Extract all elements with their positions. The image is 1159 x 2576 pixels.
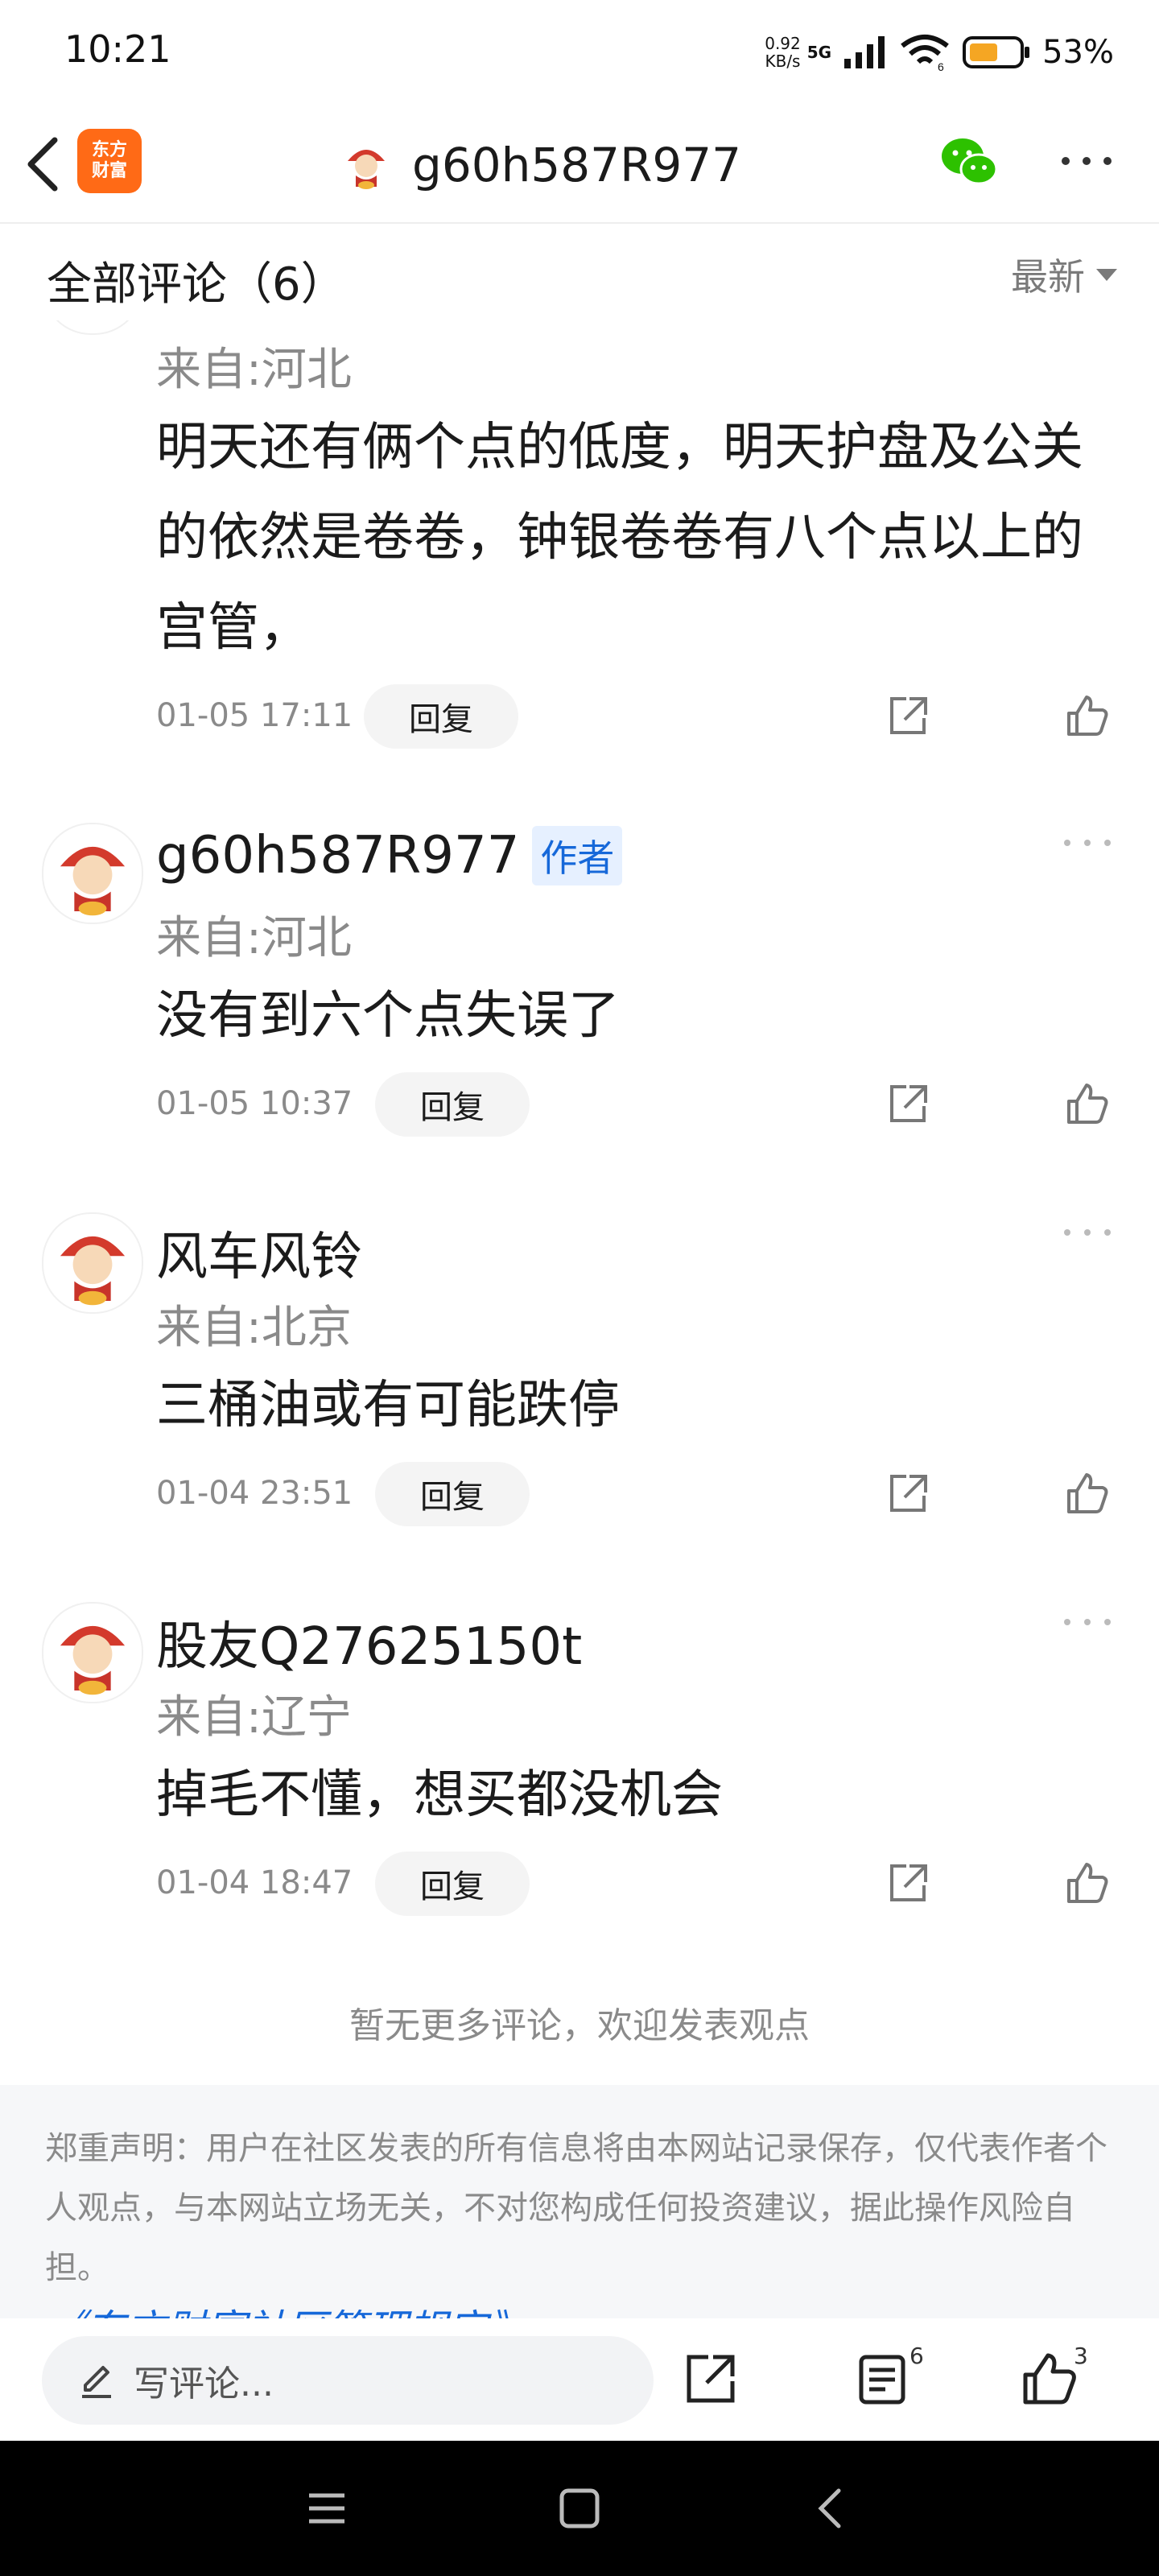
comment-list-icon[interactable] [855, 2351, 911, 2407]
comment-location: 来自:河北 [156, 912, 352, 964]
more-icon[interactable] [1054, 137, 1119, 185]
comments-title: 全部评论（6） [47, 258, 346, 311]
comment-item: 来自:河北 明天还有俩个点的低度，明天护盘及公关的依然是卷卷，钟银卷卷有八个点以… [0, 233, 1159, 773]
avatar-image [60, 846, 126, 916]
reply-button[interactable]: 回复 [375, 1072, 530, 1137]
comment-more-icon[interactable] [1059, 831, 1116, 855]
share-icon[interactable] [885, 1082, 930, 1127]
write-comment-placeholder: 写评论... [134, 2363, 274, 2405]
wechat-icon[interactable] [938, 134, 1000, 190]
app-logo[interactable]: 东方 财富 [77, 129, 142, 193]
status-time: 10:21 [64, 27, 171, 71]
avatar[interactable] [42, 823, 143, 924]
like-icon[interactable] [1064, 1861, 1109, 1906]
menu-icon[interactable] [303, 2484, 351, 2533]
comment-text: 掉毛不懂，想买都没机会 [156, 1765, 723, 1825]
share-icon[interactable] [885, 694, 930, 739]
comment-more-icon[interactable] [1059, 1220, 1116, 1245]
comment-username[interactable]: 风车风铃 [156, 1216, 362, 1290]
comments-header: 全部评论（6） 最新 [0, 224, 1159, 320]
comment-location: 来自:河北 [156, 344, 352, 396]
status-icons: 0.92 KB/s 5G 6 53% [765, 24, 1114, 80]
author-badge: 作者 [532, 826, 623, 886]
comment-location: 来自:北京 [156, 1302, 352, 1354]
comment-time: 01-05 10:37 [156, 1085, 353, 1122]
network-gen: 5G [806, 43, 832, 62]
comment-count: 6 [909, 2343, 924, 2369]
share-icon[interactable] [885, 1861, 930, 1906]
share-icon[interactable] [683, 2351, 739, 2407]
disclaimer: 郑重声明：用户在社区发表的所有信息将由本网站记录保存，仅代表作者个人观点，与本网… [0, 2085, 1159, 2318]
pencil-icon [82, 2366, 111, 2398]
signal-icon [844, 36, 885, 68]
avatar[interactable] [42, 1212, 143, 1314]
battery-icon [963, 36, 1030, 68]
sort-dropdown[interactable]: 最新 [1011, 248, 1117, 301]
comment-more-icon[interactable] [1059, 1610, 1116, 1634]
system-navigation-bar [0, 2441, 1159, 2576]
comment-text: 三桶油或有可能跌停 [156, 1376, 620, 1435]
avatar[interactable] [42, 1602, 143, 1703]
comment-time: 01-04 23:51 [156, 1475, 353, 1512]
battery-percent: 53% [1042, 34, 1114, 71]
disclaimer-text: 郑重声明：用户在社区发表的所有信息将由本网站记录保存，仅代表作者个人观点，与本网… [45, 2130, 1107, 2286]
user-avatar-icon [340, 138, 393, 192]
top-nav-bar: 东方 财富 g60h587R977 [0, 105, 1159, 224]
no-more-comments: 暂无更多评论，欢迎发表观点 [349, 2005, 810, 2046]
status-bar: 10:21 0.92 KB/s 5G 6 53% [0, 0, 1159, 105]
comment-text: 没有到六个点失误了 [156, 986, 620, 1046]
back-nav-icon[interactable] [808, 2484, 856, 2533]
avatar-image [60, 1625, 126, 1695]
reply-button[interactable]: 回复 [364, 684, 518, 749]
reply-button[interactable]: 回复 [375, 1852, 530, 1916]
comment-time: 01-04 18:47 [156, 1864, 353, 1901]
home-icon[interactable] [555, 2484, 604, 2533]
nav-title: g60h587R977 [412, 138, 742, 192]
wifi-icon: 6 [901, 35, 949, 72]
comment-item: g60h587R977 作者 来自:河北 没有到六个点失误了 01-05 10:… [0, 813, 1159, 1151]
community-rules-link[interactable]: 《东方财富社区管理规定》 [45, 2297, 528, 2318]
bottom-action-bar: 写评论... 6 3 [0, 2318, 1159, 2441]
comment-location: 来自:辽宁 [156, 1691, 352, 1744]
comment-username[interactable]: g60h587R977 作者 [156, 826, 623, 886]
net-speed: 0.92 KB/s [765, 34, 801, 71]
comment-item: 风车风铃 来自:北京 三桶油或有可能跌停 01-04 23:51 回复 [0, 1203, 1159, 1541]
reply-button[interactable]: 回复 [375, 1462, 530, 1526]
sort-label: 最新 [1011, 255, 1085, 299]
like-icon[interactable] [1064, 694, 1109, 739]
share-icon[interactable] [885, 1472, 930, 1517]
dropdown-arrow-icon [1096, 268, 1117, 281]
back-icon[interactable] [16, 132, 72, 196]
comment-username[interactable]: 股友Q27625150t [156, 1605, 582, 1679]
like-count: 3 [1074, 2343, 1088, 2369]
like-icon[interactable] [1064, 1082, 1109, 1127]
comment-text: 明天还有俩个点的低度，明天护盘及公关的依然是卷卷，钟银卷卷有八个点以上的宫管， [156, 418, 1083, 658]
write-comment-input[interactable]: 写评论... [42, 2336, 654, 2425]
nav-user[interactable]: g60h587R977 [338, 129, 741, 201]
avatar-image [60, 1236, 126, 1306]
svg-text:6: 6 [938, 60, 944, 72]
like-icon[interactable] [1021, 2351, 1077, 2407]
like-icon[interactable] [1064, 1472, 1109, 1517]
comment-item: 股友Q27625150t 来自:辽宁 掉毛不懂，想买都没机会 01-04 18:… [0, 1592, 1159, 1930]
comment-time: 01-05 17:11 [156, 697, 353, 734]
